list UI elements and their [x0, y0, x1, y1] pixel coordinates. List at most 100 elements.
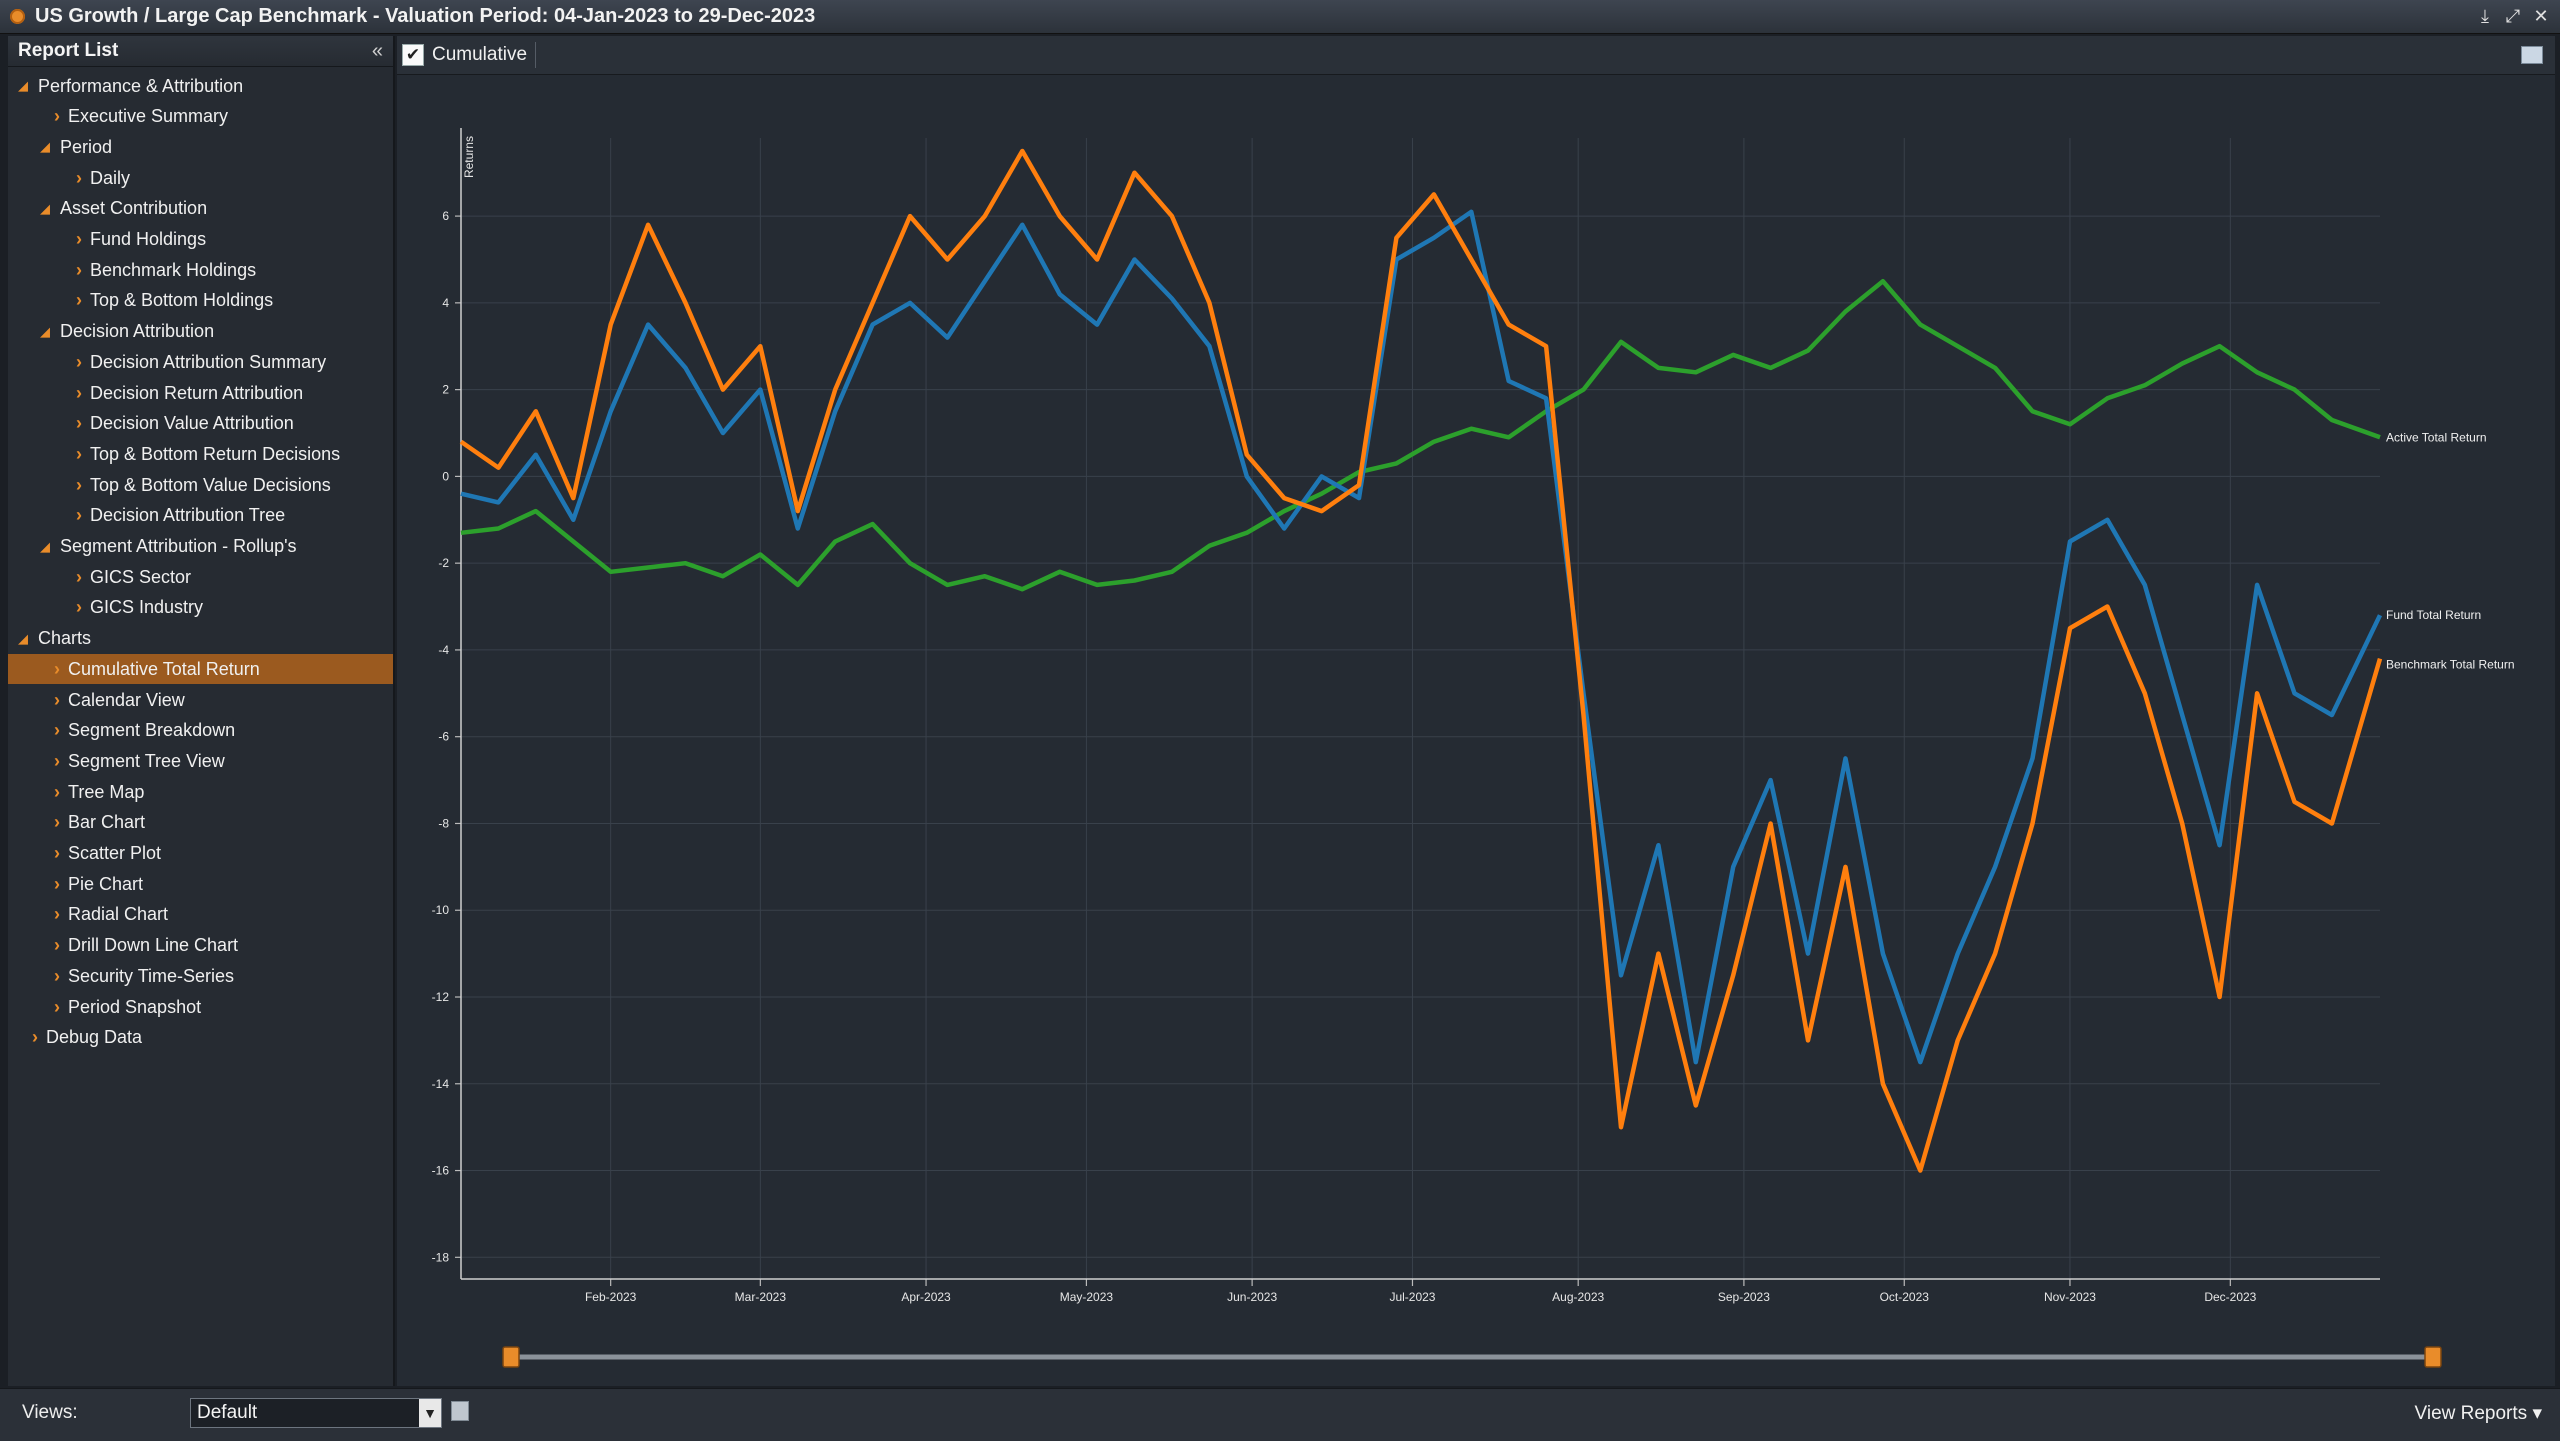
chevron-right-icon: ›: [54, 996, 60, 1017]
tree-item-label: Charts: [38, 628, 92, 649]
tree-item[interactable]: › GICS Industry: [8, 593, 393, 623]
tree-item[interactable]: › GICS Sector: [8, 562, 393, 592]
tree-item[interactable]: › Executive Summary: [8, 102, 393, 132]
tree-item-label: Scatter Plot: [68, 843, 162, 863]
tree-item[interactable]: › Segment Breakdown: [8, 716, 393, 746]
report-list-panel: Report List « ◢ Performance & Attribution…: [8, 36, 395, 1386]
tree-item[interactable]: › Benchmark Holdings: [8, 255, 393, 285]
tree-item[interactable]: › Decision Attribution Tree: [8, 501, 393, 531]
tree-item[interactable]: › Segment Tree View: [8, 746, 393, 776]
tree-item[interactable]: › Top & Bottom Holdings: [8, 286, 393, 316]
tree-item[interactable]: › Decision Return Attribution: [8, 378, 393, 408]
series-end-label: Active Total Return: [2386, 430, 2487, 444]
y-tick-label: -4: [438, 643, 449, 657]
chevron-right-icon: ›: [76, 474, 82, 495]
tree-item-label: Period: [60, 136, 113, 157]
chevron-right-icon: ›: [54, 106, 60, 127]
tree-item[interactable]: › Bar Chart: [8, 808, 393, 838]
tree-item-label: Decision Attribution: [60, 321, 215, 342]
tree-item[interactable]: › Decision Attribution Summary: [8, 347, 393, 377]
view-reports-label: View Reports: [2414, 1403, 2528, 1424]
save-view-icon[interactable]: [451, 1401, 469, 1421]
tree-item[interactable]: ◢ Decision Attribution: [8, 317, 393, 347]
tree-item[interactable]: › Debug Data: [8, 1023, 393, 1053]
tree-item[interactable]: › Scatter Plot: [8, 839, 393, 869]
cumulative-label: Cumulative: [432, 44, 528, 65]
expanded-triangle-icon: ◢: [18, 78, 28, 93]
tree-item[interactable]: › Decision Value Attribution: [8, 409, 393, 439]
y-tick-label: -6: [438, 730, 449, 744]
y-tick-label: -12: [432, 990, 450, 1004]
export-image-icon[interactable]: [2521, 46, 2543, 64]
views-select[interactable]: Default ▼: [190, 1398, 442, 1428]
chevron-right-icon: ›: [76, 259, 82, 280]
tree-item[interactable]: ◢ Segment Attribution - Rollup's: [8, 532, 393, 562]
x-tick-label: May-2023: [1060, 1290, 1114, 1304]
window-title: US Growth / Large Cap Benchmark - Valuat…: [35, 5, 816, 27]
tree-item[interactable]: › Top & Bottom Return Decisions: [8, 439, 393, 469]
tree-item[interactable]: › Cumulative Total Return: [8, 654, 393, 685]
title-bar: US Growth / Large Cap Benchmark - Valuat…: [0, 0, 2560, 34]
view-reports-button[interactable]: View Reports ▾: [2415, 1402, 2542, 1425]
chevron-right-icon: ›: [76, 505, 82, 526]
tree-item-label: Decision Return Attribution: [90, 382, 304, 403]
tree-item[interactable]: › Drill Down Line Chart: [8, 931, 393, 961]
chevron-right-icon: ›: [54, 689, 60, 710]
tree-item[interactable]: › Tree Map: [8, 777, 393, 807]
views-label: Views:: [22, 1402, 78, 1423]
close-icon[interactable]: ✕: [2532, 5, 2550, 27]
cumulative-return-chart: Feb-2023 Mar-2023 Apr-2023 May-2023 Jun-2023…: [432, 128, 2515, 1368]
chevron-right-icon: ›: [76, 167, 82, 188]
tree-item[interactable]: › Daily: [8, 163, 393, 193]
report-list-header: Report List «: [8, 36, 393, 67]
cumulative-checkbox[interactable]: ✔: [402, 44, 424, 66]
tree-item[interactable]: › Radial Chart: [8, 900, 393, 930]
chevron-right-icon: ›: [54, 812, 60, 833]
footer-bar: Views: Default ▼ View Reports ▾: [0, 1388, 2560, 1441]
tree-item[interactable]: › Period Snapshot: [8, 992, 393, 1022]
tree-item-label: GICS Industry: [90, 597, 204, 618]
range-slider-handle[interactable]: [2424, 1346, 2442, 1368]
tree-item[interactable]: ◢ Performance & Attribution: [8, 71, 393, 101]
tree-item[interactable]: ◢ Asset Contribution: [8, 194, 393, 224]
y-tick-label: -10: [432, 903, 450, 917]
tree-item-label: Top & Bottom Value Decisions: [90, 474, 331, 495]
tree-item[interactable]: › Security Time-Series: [8, 961, 393, 991]
tree-item-label: Decision Attribution Tree: [90, 505, 286, 526]
tree-item-label: Pie Chart: [68, 873, 144, 894]
download-icon[interactable]: ⤓: [2476, 5, 2494, 27]
x-tick-label: Dec-2023: [2204, 1290, 2256, 1304]
range-slider-handle[interactable]: [502, 1346, 520, 1368]
chevron-down-icon[interactable]: ▼: [419, 1399, 441, 1427]
y-tick-label: -2: [438, 556, 449, 570]
tree-item[interactable]: ◢ Charts: [8, 624, 393, 654]
x-tick-label: Aug-2023: [1552, 1290, 1604, 1304]
chevron-right-icon: ›: [76, 229, 82, 249]
y-tick-label: -18: [432, 1250, 450, 1264]
chevron-right-icon: ›: [76, 597, 82, 618]
toolbar-separator: [535, 42, 537, 68]
app-icon: [10, 9, 25, 24]
tree-item[interactable]: › Fund Holdings: [8, 225, 393, 255]
window-controls: ⤓ ⤢ ✕: [2476, 5, 2550, 27]
chevron-right-icon: ›: [54, 965, 60, 986]
tree-item-label: Tree Map: [68, 781, 145, 802]
chevron-right-icon: ›: [76, 290, 82, 311]
tree-item-label: Asset Contribution: [60, 198, 208, 219]
tree-item-label: Fund Holdings: [90, 229, 207, 249]
y-tick-label: -14: [432, 1077, 450, 1091]
x-tick-label: Jun-2023: [1227, 1290, 1277, 1304]
tree-item-label: Benchmark Holdings: [90, 259, 257, 280]
tree-item[interactable]: › Top & Bottom Value Decisions: [8, 470, 393, 500]
chevron-right-icon: ›: [54, 873, 60, 894]
expanded-triangle-icon: ◢: [40, 538, 50, 554]
chevron-right-icon: ›: [76, 566, 82, 587]
expand-icon[interactable]: ⤢: [2504, 5, 2522, 27]
tree-item-label: Decision Attribution Summary: [90, 351, 327, 372]
x-tick-label: Jul-2023: [1389, 1290, 1435, 1304]
tree-item[interactable]: › Pie Chart: [8, 869, 393, 899]
tree-item[interactable]: ◢ Period: [8, 132, 393, 162]
tree-item[interactable]: › Calendar View: [8, 685, 393, 715]
collapse-panel-icon[interactable]: «: [372, 40, 383, 63]
chevron-right-icon: ›: [76, 382, 82, 403]
